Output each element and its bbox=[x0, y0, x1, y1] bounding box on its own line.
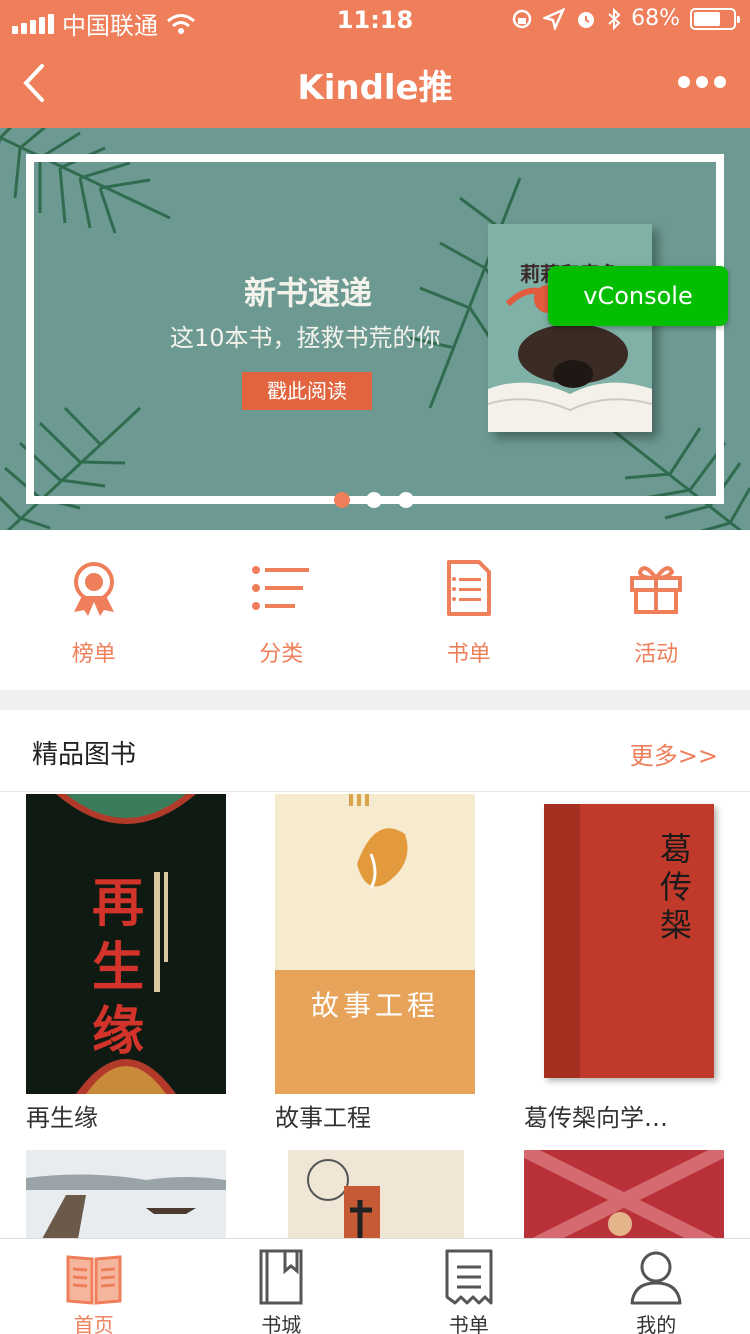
book-cover-title: 再生缘 bbox=[92, 873, 145, 1062]
battery-icon bbox=[690, 7, 740, 30]
tab-bookstore[interactable]: 书城 bbox=[188, 1239, 376, 1334]
book-cover-title: 葛传椝 bbox=[660, 830, 693, 944]
battery-percent: 68% bbox=[631, 6, 680, 31]
open-book-icon bbox=[66, 1255, 122, 1305]
banner-carousel[interactable]: 新书速递 这10本书，拯救书荒的你 戳此阅读 莉莉和章鱼 vConsole bbox=[0, 128, 750, 530]
list-icon bbox=[252, 566, 310, 610]
book-cover bbox=[26, 1150, 226, 1250]
banner-subtitle: 这10本书，拯救书荒的你 bbox=[170, 324, 441, 352]
book-card[interactable] bbox=[288, 1150, 488, 1250]
location-icon bbox=[543, 7, 566, 30]
nav-bar: Kindle推 bbox=[0, 40, 750, 128]
quick-item-category[interactable]: 分类 bbox=[188, 530, 376, 690]
carousel-dot[interactable] bbox=[366, 492, 382, 508]
quick-item-activity[interactable]: 活动 bbox=[563, 530, 750, 690]
book-card[interactable]: 再生缘 再生缘 bbox=[26, 794, 226, 1133]
tab-mine[interactable]: 我的 bbox=[563, 1239, 750, 1334]
quick-nav: 榜单 分类 书单 活动 bbox=[0, 530, 750, 690]
book-card[interactable] bbox=[524, 1150, 724, 1250]
book-card[interactable]: 葛传椝 葛传椝向学… bbox=[524, 794, 724, 1133]
book-name: 葛传椝向学… bbox=[524, 1104, 668, 1132]
gift-icon bbox=[630, 566, 683, 614]
tab-label: 书城 bbox=[261, 1313, 302, 1334]
carousel-indicator bbox=[334, 492, 414, 508]
book-cover bbox=[524, 1150, 724, 1250]
cover-illustration bbox=[275, 794, 475, 1094]
receipt-icon bbox=[445, 1249, 493, 1305]
more-icon[interactable] bbox=[678, 76, 726, 88]
cover-illustration bbox=[307, 1159, 380, 1250]
top-bar: 中国联通 11:18 68% Kindle推 bbox=[0, 0, 750, 128]
status-bar: 中国联通 11:18 68% bbox=[0, 0, 750, 40]
book-icon bbox=[259, 1249, 303, 1305]
book-card[interactable]: 故事工程 故事工程 bbox=[275, 794, 475, 1133]
quick-item-label: 书单 bbox=[446, 642, 491, 667]
book-cover: 葛传椝 bbox=[524, 794, 724, 1094]
book-cover-title: 故事工程 bbox=[310, 989, 439, 1022]
book-cover bbox=[288, 1150, 464, 1250]
carousel-dot[interactable] bbox=[334, 492, 350, 508]
bluetooth-icon bbox=[608, 7, 621, 30]
tab-label: 书单 bbox=[448, 1313, 489, 1334]
rotation-lock-icon bbox=[512, 9, 532, 28]
tab-label: 首页 bbox=[73, 1313, 114, 1334]
dog-octopus-illustration bbox=[488, 282, 652, 432]
quick-item-label: 榜单 bbox=[71, 642, 116, 667]
document-list-icon bbox=[446, 560, 491, 616]
book-name: 故事工程 bbox=[275, 1104, 371, 1132]
carousel-dot[interactable] bbox=[398, 492, 414, 508]
more-link[interactable]: 更多>> bbox=[630, 736, 718, 771]
section-header: 精品图书 更多>> bbox=[0, 710, 750, 792]
vconsole-button[interactable]: vConsole bbox=[548, 266, 728, 326]
user-icon bbox=[630, 1251, 682, 1305]
book-name: 再生缘 bbox=[26, 1104, 98, 1132]
page-title: Kindle推 bbox=[297, 68, 453, 108]
banner-book-cover: 莉莉和章鱼 bbox=[488, 224, 652, 432]
book-card[interactable] bbox=[26, 1150, 226, 1250]
tab-bar: 首页 书城 书单 我的 bbox=[0, 1238, 750, 1334]
tab-label: 我的 bbox=[636, 1313, 677, 1334]
quick-item-label: 分类 bbox=[259, 642, 304, 667]
quick-item-label: 活动 bbox=[634, 642, 679, 667]
section-title: 精品图书 bbox=[32, 740, 137, 770]
book-cover: 再生缘 bbox=[26, 794, 226, 1094]
tab-booklist[interactable]: 书单 bbox=[375, 1239, 563, 1334]
cover-illustration bbox=[26, 1174, 226, 1250]
cover-illustration bbox=[524, 1150, 724, 1250]
tab-home[interactable]: 首页 bbox=[0, 1239, 188, 1334]
banner-heading: 新书速递 bbox=[244, 274, 373, 312]
ribbon-medal-icon bbox=[73, 562, 114, 616]
featured-books-section: 精品图书 更多>> 再生缘 再生缘 故事工程 故事工程 葛传椝 葛传椝向学… bbox=[0, 710, 750, 1250]
book-cover: 故事工程 bbox=[275, 794, 475, 1094]
alarm-icon bbox=[578, 11, 595, 28]
banner-read-button[interactable]: 戳此阅读 bbox=[242, 372, 372, 410]
quick-item-ranking[interactable]: 榜单 bbox=[0, 530, 188, 690]
quick-item-booklist[interactable]: 书单 bbox=[375, 530, 563, 690]
